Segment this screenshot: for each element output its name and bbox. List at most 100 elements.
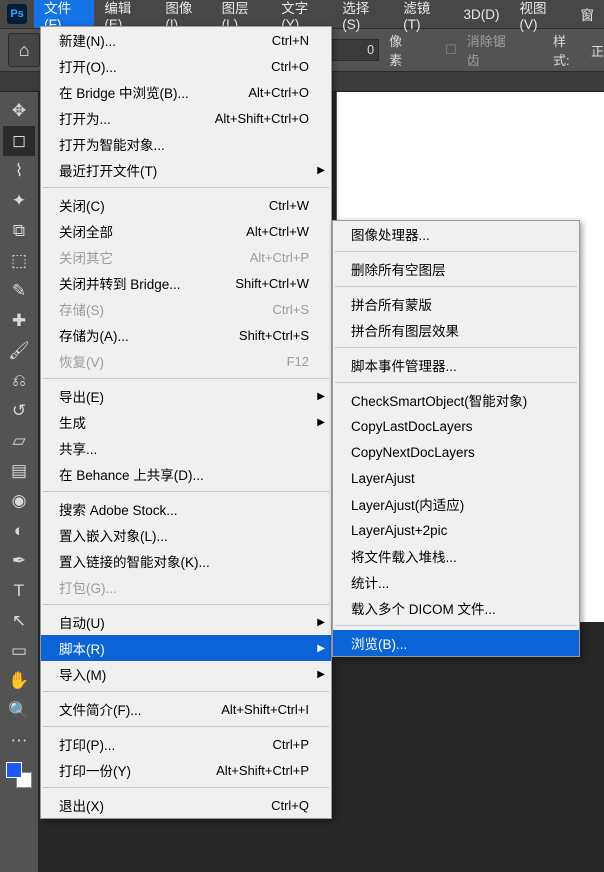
menubar-文字(Y)[interactable]: 文字(Y) xyxy=(271,0,332,28)
file-menu-item[interactable]: 生成 xyxy=(41,409,331,435)
menu-item-label: 打开(O)... xyxy=(59,56,271,76)
scripts-submenu-item[interactable]: CheckSmartObject(智能对象) xyxy=(333,387,579,413)
file-menu-item[interactable]: 自动(U) xyxy=(41,609,331,635)
file-menu-item[interactable]: 在 Behance 上共享(D)... xyxy=(41,461,331,487)
file-menu-item[interactable]: 导出(E) xyxy=(41,383,331,409)
menubar-编辑(E)[interactable]: 编辑(E) xyxy=(94,0,155,28)
menubar-图层(L)[interactable]: 图层(L) xyxy=(212,0,272,28)
scripts-submenu-item[interactable]: 将文件载入堆栈... xyxy=(333,543,579,569)
tool-hand[interactable]: ✋ xyxy=(3,666,35,696)
menu-item-shortcut: Ctrl+P xyxy=(273,737,309,752)
tool-wand[interactable]: ✦ xyxy=(3,186,35,216)
menu-item-label: 导入(M) xyxy=(59,664,309,684)
menubar-图像(I)[interactable]: 图像(I) xyxy=(155,0,211,28)
menu-item-label: 脚本事件管理器... xyxy=(351,355,557,375)
file-menu-item[interactable]: 导入(M) xyxy=(41,661,331,687)
file-menu-item[interactable]: 打印(P)...Ctrl+P xyxy=(41,731,331,757)
menubar-选择(S)[interactable]: 选择(S) xyxy=(332,0,393,28)
tool-frame[interactable]: ⬚ xyxy=(3,246,35,276)
file-menu-item[interactable]: 退出(X)Ctrl+Q xyxy=(41,792,331,818)
scripts-submenu-item[interactable]: 拼合所有蒙版 xyxy=(333,291,579,317)
file-menu-item[interactable]: 脚本(R) xyxy=(41,635,331,661)
file-menu-item: 关闭其它Alt+Ctrl+P xyxy=(41,244,331,270)
file-menu-item[interactable]: 在 Bridge 中浏览(B)...Alt+Ctrl+O xyxy=(41,79,331,105)
tool-zoom[interactable]: 🔍 xyxy=(3,696,35,726)
tool-blur[interactable]: ◉ xyxy=(3,486,35,516)
menu-item-label: 存储为(A)... xyxy=(59,325,239,345)
tool-eraser[interactable]: ▱ xyxy=(3,426,35,456)
file-menu-item[interactable]: 共享... xyxy=(41,435,331,461)
file-menu-item[interactable]: 关闭全部Alt+Ctrl+W xyxy=(41,218,331,244)
tool-gradient[interactable]: ▤ xyxy=(3,456,35,486)
menubar-窗[interactable]: 窗 xyxy=(570,0,604,28)
scripts-submenu: 图像处理器... 删除所有空图层拼合所有蒙版拼合所有图层效果脚本事件管理器... C… xyxy=(332,220,580,657)
file-menu-item[interactable]: 最近打开文件(T) xyxy=(41,157,331,183)
menu-item-label: 自动(U) xyxy=(59,612,309,632)
tool-type[interactable]: T xyxy=(3,576,35,606)
scripts-submenu-item[interactable]: CopyNextDocLayers xyxy=(333,439,579,465)
menubar-文件(F)[interactable]: 文件(F) xyxy=(34,0,94,28)
tool-pen[interactable]: ✒ xyxy=(3,546,35,576)
file-menu-item[interactable]: 搜索 Adobe Stock... xyxy=(41,496,331,522)
tool-history[interactable]: ↺ xyxy=(3,396,35,426)
tool-lasso[interactable]: ⌇ xyxy=(3,156,35,186)
menu-item-label: 置入嵌入对象(L)... xyxy=(59,525,309,545)
file-menu-item[interactable]: 打开为...Alt+Shift+Ctrl+O xyxy=(41,105,331,131)
menu-item-shortcut: Alt+Ctrl+P xyxy=(250,250,309,265)
file-menu-item[interactable]: 文件简介(F)...Alt+Shift+Ctrl+I xyxy=(41,696,331,722)
tool-path[interactable]: ↖ xyxy=(3,606,35,636)
scripts-submenu-item[interactable]: 浏览(B)... xyxy=(333,630,579,656)
tool-move[interactable]: ✥ xyxy=(3,96,35,126)
file-menu-separator xyxy=(43,691,329,692)
file-menu-separator xyxy=(43,726,329,727)
feather-input[interactable] xyxy=(325,39,379,61)
file-menu-item[interactable]: 打开为智能对象... xyxy=(41,131,331,157)
scripts-submenu-item[interactable]: LayerAjust+2pic xyxy=(333,517,579,543)
menu-item-shortcut: Shift+Ctrl+S xyxy=(239,328,309,343)
toolbox: ✥◻⌇✦⧉⬚✎✚🖌⎌↺▱▤◉◐✒T↖▭✋🔍⋯ xyxy=(0,92,38,872)
tool-crop[interactable]: ⧉ xyxy=(3,216,35,246)
menubar-滤镜(T)[interactable]: 滤镜(T) xyxy=(393,0,453,28)
tool-brush[interactable]: 🖌 xyxy=(3,336,35,366)
tool-marquee[interactable]: ◻ xyxy=(3,126,35,156)
scripts-submenu-item[interactable]: 删除所有空图层 xyxy=(333,256,579,282)
menu-item-label: 搜索 Adobe Stock... xyxy=(59,499,309,519)
scripts-submenu-item[interactable]: CopyLastDocLayers xyxy=(333,413,579,439)
scripts-submenu-item[interactable]: 脚本事件管理器... xyxy=(333,352,579,378)
file-menu-item[interactable]: 存储为(A)...Shift+Ctrl+S xyxy=(41,322,331,348)
file-menu-separator xyxy=(43,491,329,492)
tool-stamp[interactable]: ⎌ xyxy=(3,366,35,396)
file-menu-item[interactable]: 置入嵌入对象(L)... xyxy=(41,522,331,548)
menubar-视图(V)[interactable]: 视图(V) xyxy=(510,0,571,28)
scripts-submenu-item[interactable]: 拼合所有图层效果 xyxy=(333,317,579,343)
style-value: 正 xyxy=(591,41,604,60)
scripts-submenu-item[interactable]: LayerAjust(内适应) xyxy=(333,491,579,517)
menu-item-label: 关闭并转到 Bridge... xyxy=(59,273,235,293)
scripts-submenu-separator xyxy=(335,286,577,287)
file-menu-item[interactable]: 打开(O)...Ctrl+O xyxy=(41,53,331,79)
file-menu-item[interactable]: 置入链接的智能对象(K)... xyxy=(41,548,331,574)
file-menu-item: 打包(G)... xyxy=(41,574,331,600)
tool-rect[interactable]: ▭ xyxy=(3,636,35,666)
file-menu-separator xyxy=(43,378,329,379)
scripts-submenu-item[interactable]: 载入多个 DICOM 文件... xyxy=(333,595,579,621)
file-menu-item[interactable]: 关闭并转到 Bridge...Shift+Ctrl+W xyxy=(41,270,331,296)
file-menu-item[interactable]: 新建(N)...Ctrl+N xyxy=(41,27,331,53)
menu-item-label: 在 Bridge 中浏览(B)... xyxy=(59,82,248,102)
scripts-submenu-item[interactable]: 统计... xyxy=(333,569,579,595)
scripts-submenu-item[interactable]: LayerAjust xyxy=(333,465,579,491)
menu-item-label: 打印(P)... xyxy=(59,734,273,754)
tool-dodge[interactable]: ◐ xyxy=(3,516,35,546)
menu-item-shortcut: Ctrl+N xyxy=(272,33,309,48)
menubar-3D(D)[interactable]: 3D(D) xyxy=(454,0,510,28)
file-menu-item[interactable]: 关闭(C)Ctrl+W xyxy=(41,192,331,218)
tool-more[interactable]: ⋯ xyxy=(3,726,35,756)
tool-heal[interactable]: ✚ xyxy=(3,306,35,336)
home-button[interactable]: ⌂ xyxy=(8,33,40,67)
file-menu-item[interactable]: 打印一份(Y)Alt+Shift+Ctrl+P xyxy=(41,757,331,783)
menu-item-label: 打开为... xyxy=(59,108,215,128)
scripts-submenu-item[interactable]: 图像处理器... xyxy=(333,221,579,247)
color-swatches[interactable] xyxy=(6,762,32,788)
menu-item-shortcut: Ctrl+Q xyxy=(271,798,309,813)
tool-eyedrop[interactable]: ✎ xyxy=(3,276,35,306)
